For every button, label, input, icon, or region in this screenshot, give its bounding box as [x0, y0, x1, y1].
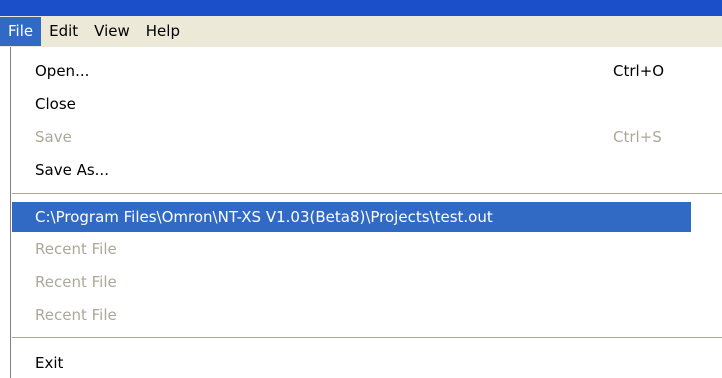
menu-separator [12, 337, 722, 339]
application-window: File Edit View Help Open... Ctrl+O Close… [0, 0, 722, 378]
menu-item-label: Save As... [35, 161, 109, 179]
menu-view[interactable]: View [86, 17, 138, 46]
menu-item-recent-file-4: Recent File [12, 300, 722, 330]
menu-item-label: Recent File [35, 240, 117, 258]
menu-item-recent-file-2: Recent File [12, 234, 722, 264]
menu-item-label: Recent File [35, 306, 117, 324]
menu-edit[interactable]: Edit [41, 17, 86, 46]
menu-item-save-as[interactable]: Save As... [12, 155, 722, 185]
menu-item-open[interactable]: Open... Ctrl+O [12, 56, 722, 86]
menu-item-shortcut: Ctrl+S [613, 128, 662, 146]
menu-item-label: Open... [35, 62, 90, 80]
menu-item-recent-file-1[interactable]: C:\Program Files\Omron\NT-XS V1.03(Beta8… [12, 202, 691, 232]
menu-item-recent-file-3: Recent File [12, 267, 722, 297]
menu-separator [12, 193, 722, 195]
menu-bar: File Edit View Help [0, 16, 722, 47]
menu-item-label: Exit [35, 354, 64, 372]
menu-file[interactable]: File [0, 17, 42, 46]
menu-item-label: C:\Program Files\Omron\NT-XS V1.03(Beta8… [35, 208, 493, 226]
menu-item-close[interactable]: Close [12, 89, 722, 119]
menu-item-label: Recent File [35, 273, 117, 291]
file-dropdown-menu: Open... Ctrl+O Close Save Ctrl+S Save As… [12, 47, 722, 378]
menu-item-shortcut: Ctrl+O [613, 62, 665, 80]
window-client-edge [0, 47, 11, 378]
menu-item-save: Save Ctrl+S [12, 122, 722, 152]
menu-item-label: Save [35, 128, 72, 146]
menu-item-exit[interactable]: Exit [12, 348, 722, 378]
menu-item-label: Close [35, 95, 76, 113]
menu-help[interactable]: Help [138, 17, 188, 46]
title-bar [0, 0, 722, 16]
